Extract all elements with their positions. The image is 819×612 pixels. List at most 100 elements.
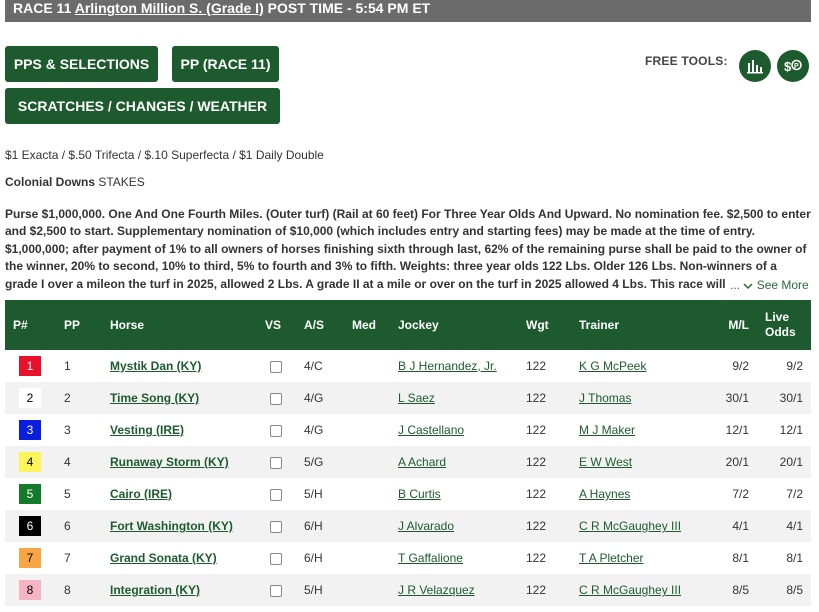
- program-number-cell: 6: [5, 510, 64, 542]
- vs-checkbox[interactable]: [270, 456, 282, 469]
- table-row: 8 8 Integration (KY) 5/H J R Velazquez 122 C R…: [5, 574, 811, 606]
- live-odds: 8/5: [786, 583, 803, 597]
- jockey-link[interactable]: A Achard: [398, 455, 446, 469]
- jockey-link[interactable]: B J Hernandez, Jr.: [398, 359, 497, 373]
- program-number-cell: 1: [5, 350, 64, 382]
- jockey-link[interactable]: J Alvarado: [398, 519, 454, 533]
- trainer-cell: C R McGaughey III: [579, 510, 709, 542]
- weight: 122: [526, 487, 547, 501]
- morning-line-odds: 9/2: [732, 359, 749, 373]
- horse-cell: Fort Washington (KY): [110, 510, 265, 542]
- vs-cell: [265, 414, 304, 446]
- horse-name-link[interactable]: Runaway Storm (KY): [110, 455, 229, 469]
- horse-name-link[interactable]: Vesting (IRE): [110, 423, 184, 437]
- horse-name-link[interactable]: Time Song (KY): [110, 391, 199, 405]
- wager-types: $1 Exacta / $.50 Trifecta / $.10 Superfe…: [5, 148, 324, 162]
- trainer-cell: A Haynes: [579, 478, 709, 510]
- see-more-label: See More: [756, 278, 809, 292]
- table-row: 1 1 Mystik Dan (KY) 4/C B J Hernandez, Jr. 12…: [5, 350, 811, 382]
- jockey-link[interactable]: L Saez: [398, 391, 435, 405]
- medication: [352, 478, 398, 510]
- race-header-bar: RACE 11 Arlington Million S. (Grade I) P…: [5, 0, 811, 22]
- program-number-badge: 3: [19, 420, 41, 440]
- svg-text:$: $: [784, 59, 792, 74]
- vs-cell: [265, 350, 304, 382]
- jockey-link[interactable]: J Castellano: [398, 423, 464, 437]
- horse-name-link[interactable]: Integration (KY): [110, 583, 200, 597]
- post-position: 5: [64, 487, 71, 501]
- age-sex: 6/H: [304, 551, 323, 565]
- age-sex: 4/G: [304, 391, 324, 405]
- weight: 122: [526, 423, 547, 437]
- horse-cell: Runaway Storm (KY): [110, 446, 265, 478]
- vs-cell: [265, 574, 304, 606]
- jockey-link[interactable]: T Gaffalione: [398, 551, 463, 565]
- see-more-link[interactable]: ... See More: [728, 278, 809, 292]
- jockey-link[interactable]: B Curtis: [398, 487, 441, 501]
- vs-checkbox[interactable]: [270, 584, 282, 597]
- horse-cell: Grand Sonata (KY): [110, 542, 265, 574]
- vs-cell: [265, 382, 304, 414]
- vs-checkbox[interactable]: [270, 424, 282, 437]
- trainer-cell: K G McPeek: [579, 350, 709, 382]
- pps-selections-button[interactable]: PPS & SELECTIONS: [5, 46, 158, 82]
- trainer-link[interactable]: M J Maker: [579, 423, 635, 437]
- age-sex: 4/C: [304, 359, 323, 373]
- col-jockey: Jockey: [398, 318, 439, 332]
- medication: [352, 350, 398, 382]
- age-sex: 6/H: [304, 519, 323, 533]
- weight: 122: [526, 551, 547, 565]
- trainer-link[interactable]: E W West: [579, 455, 632, 469]
- vs-checkbox[interactable]: [270, 520, 282, 533]
- col-wgt: Wgt: [526, 318, 549, 332]
- trainer-cell: J Thomas: [579, 382, 709, 414]
- pp-race-button[interactable]: PP (RACE 11): [172, 46, 279, 82]
- vs-checkbox[interactable]: [270, 488, 282, 501]
- horse-cell: Vesting (IRE): [110, 414, 265, 446]
- horse-name-link[interactable]: Cairo (IRE): [110, 487, 172, 501]
- jockey-cell: T Gaffalione: [398, 542, 526, 574]
- program-number-badge: 7: [19, 548, 41, 568]
- morning-line-odds: 7/2: [732, 487, 749, 501]
- live-odds: 30/1: [779, 391, 803, 405]
- trainer-link[interactable]: K G McPeek: [579, 359, 646, 373]
- horse-cell: Integration (KY): [110, 574, 265, 606]
- medication: [352, 510, 398, 542]
- dollar-tag-icon[interactable]: $ P: [777, 50, 809, 82]
- race-conditions: Purse $1,000,000. One And One Fourth Mil…: [5, 207, 811, 291]
- live-odds: 9/2: [786, 359, 803, 373]
- medication: [352, 382, 398, 414]
- horse-name-link[interactable]: Mystik Dan (KY): [110, 359, 201, 373]
- trainer-link[interactable]: A Haynes: [579, 487, 630, 501]
- trainer-link[interactable]: J Thomas: [579, 391, 631, 405]
- vs-cell: [265, 478, 304, 510]
- scratches-changes-weather-button[interactable]: SCRATCHES / CHANGES / WEATHER: [5, 88, 280, 124]
- table-row: 6 6 Fort Washington (KY) 6/H J Alvarado 122 C …: [5, 510, 811, 542]
- trainer-link[interactable]: C R McGaughey III: [579, 519, 681, 533]
- horse-name-link[interactable]: Grand Sonata (KY): [110, 551, 217, 565]
- weight: 122: [526, 359, 547, 373]
- col-pnum: P#: [13, 318, 28, 332]
- live-odds: 4/1: [786, 519, 803, 533]
- col-live-odds-line1: Live: [765, 310, 790, 324]
- col-live-odds: Live Odds: [759, 300, 811, 350]
- age-sex: 5/H: [304, 583, 323, 597]
- weight: 122: [526, 519, 547, 533]
- program-number-badge: 5: [19, 484, 41, 504]
- post-position: 1: [64, 359, 71, 373]
- trainer-link[interactable]: T A Pletcher: [579, 551, 643, 565]
- vs-checkbox[interactable]: [270, 552, 282, 565]
- race-name-link[interactable]: Arlington Million S. (Grade I): [75, 0, 264, 16]
- trainer-cell: T A Pletcher: [579, 542, 709, 574]
- jockey-link[interactable]: J R Velazquez: [398, 583, 475, 597]
- vs-checkbox[interactable]: [270, 392, 282, 405]
- vs-cell: [265, 446, 304, 478]
- vs-checkbox[interactable]: [270, 360, 282, 373]
- horse-name-link[interactable]: Fort Washington (KY): [110, 519, 233, 533]
- table-row: 4 4 Runaway Storm (KY) 5/G A Achard 122 E W We…: [5, 446, 811, 478]
- trainer-link[interactable]: C R McGaughey III: [579, 583, 681, 597]
- live-odds: 20/1: [779, 455, 803, 469]
- bar-chart-icon[interactable]: [739, 50, 771, 82]
- program-number-badge: 8: [19, 580, 41, 600]
- program-number-badge: 2: [19, 388, 41, 408]
